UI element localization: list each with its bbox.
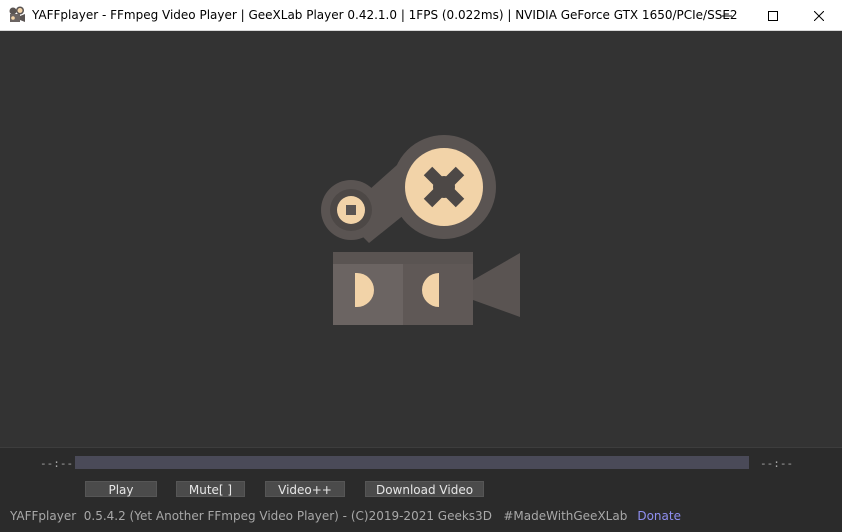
title-bar[interactable]: YAFFplayer - FFmpeg Video Player | GeeXL… <box>0 0 842 31</box>
player-controls: --:-- --:-- Play Mute[ ] Video++ Downloa… <box>0 447 842 532</box>
footer-credits: YAFFplayer 0.5.4.2 (Yet Another FFmpeg V… <box>10 509 628 523</box>
footer-info: YAFFplayer 0.5.4.2 (Yet Another FFmpeg V… <box>10 509 681 523</box>
progress-bar[interactable] <box>75 456 749 469</box>
window-title: YAFFplayer - FFmpeg Video Player | GeeXL… <box>32 8 738 22</box>
film-camera-icon[interactable] <box>8 6 26 24</box>
play-button[interactable]: Play <box>85 481 157 497</box>
maximize-button[interactable] <box>750 0 796 31</box>
time-total: --:-- <box>760 457 794 470</box>
maximize-icon <box>768 10 778 21</box>
donate-link[interactable]: Donate <box>637 509 681 523</box>
minimize-icon <box>722 11 732 21</box>
minimize-button[interactable] <box>704 0 750 31</box>
next-video-button[interactable]: Video++ <box>265 481 345 497</box>
close-icon <box>814 10 824 21</box>
film-camera-icon <box>321 135 520 325</box>
video-area[interactable] <box>0 31 842 447</box>
download-video-button[interactable]: Download Video <box>365 481 484 497</box>
close-button[interactable] <box>796 0 842 31</box>
time-elapsed: --:-- <box>40 457 74 470</box>
mute-button[interactable]: Mute[ ] <box>176 481 245 497</box>
